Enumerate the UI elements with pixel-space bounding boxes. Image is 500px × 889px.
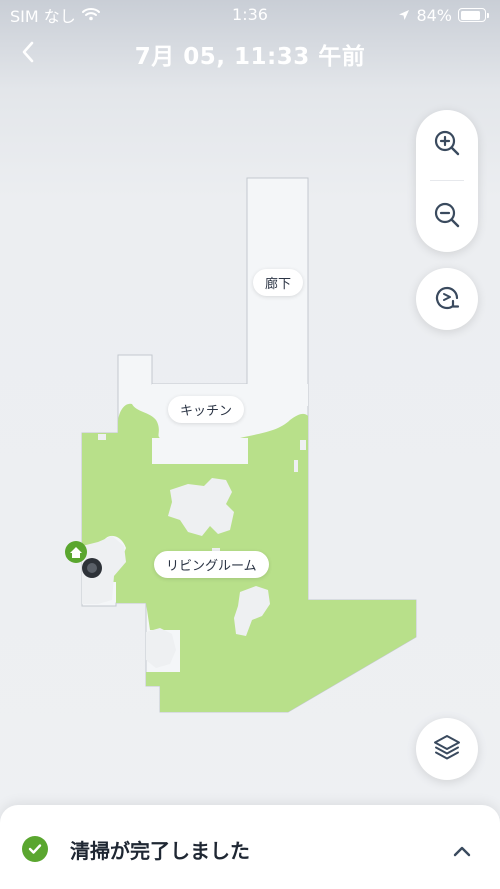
rotate-icon: [431, 281, 463, 317]
check-circle-icon: [22, 836, 48, 862]
zoom-divider: [430, 180, 464, 181]
kitchen-gap: [152, 438, 248, 464]
zoom-controls: [416, 110, 478, 252]
room-label-hallway[interactable]: 廊下: [253, 269, 304, 296]
page-title: 7月 05, 11:33 午前: [134, 44, 366, 70]
room-label-kitchen[interactable]: キッチン: [168, 396, 245, 423]
robot-icon[interactable]: [82, 558, 102, 578]
back-button[interactable]: [12, 36, 44, 72]
chevron-up-icon[interactable]: [446, 841, 478, 861]
zoom-in-icon: [432, 128, 462, 162]
layers-icon: [432, 732, 462, 766]
chevron-left-icon: [21, 41, 35, 67]
zoom-in-button[interactable]: [416, 114, 478, 176]
zoom-out-icon: [432, 200, 462, 234]
zoom-out-button[interactable]: [416, 186, 478, 248]
cleaning-status-text: 清掃が完了しました: [70, 839, 250, 863]
room-label-living-room[interactable]: リビングルーム: [154, 551, 269, 578]
status-time: 1:36: [232, 5, 268, 24]
cleaning-status-sheet[interactable]: 清掃が完了しました: [0, 805, 500, 889]
layers-button[interactable]: [416, 718, 478, 780]
header: 7月 05, 11:33 午前: [0, 34, 500, 74]
rotate-button[interactable]: [416, 268, 478, 330]
home-icon[interactable]: [65, 541, 87, 563]
